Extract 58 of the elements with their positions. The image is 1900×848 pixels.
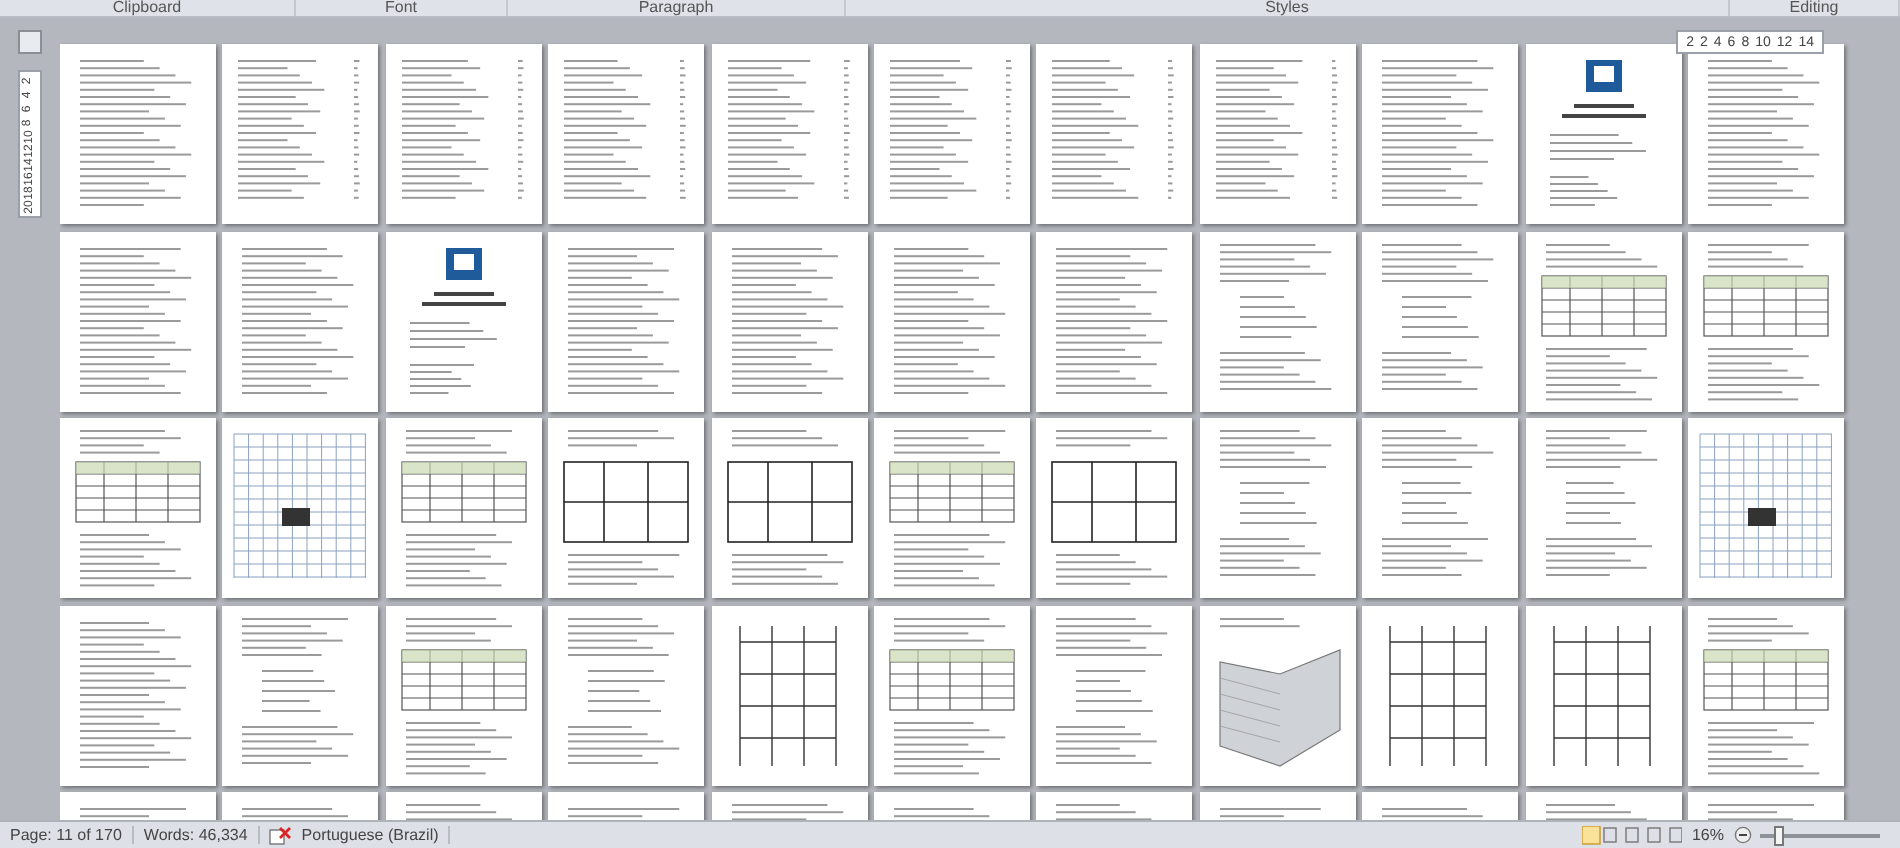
page-thumbnail[interactable]	[1687, 231, 1844, 411]
page-thumbnail[interactable]	[60, 44, 216, 224]
ribbon-group-label: Styles	[846, 0, 1730, 16]
view-buttons-icon[interactable]	[1581, 825, 1682, 845]
tab-selector[interactable]	[18, 30, 42, 54]
page-thumbnail[interactable]	[1199, 231, 1356, 411]
page-thumbnail[interactable]	[385, 418, 542, 598]
page-thumbnail[interactable]	[1036, 605, 1193, 785]
page-thumbnail[interactable]	[1199, 605, 1356, 785]
zoom-out-icon[interactable]	[1734, 826, 1752, 844]
zoom-level[interactable]: 16%	[1681, 826, 1734, 844]
page-thumbnail[interactable]	[711, 44, 868, 224]
page-count[interactable]: Page: 11 of 170	[0, 826, 134, 844]
page-thumbnail[interactable]	[1687, 605, 1844, 785]
page-thumbnail[interactable]	[1362, 44, 1519, 224]
page-thumbnail[interactable]	[385, 605, 542, 785]
page-thumbnail[interactable]	[1036, 44, 1193, 224]
page-thumbnail[interactable]	[873, 231, 1030, 411]
page-thumbnail[interactable]	[222, 605, 379, 785]
page-thumbnail[interactable]	[1036, 231, 1193, 411]
page-thumbnail[interactable]	[873, 418, 1030, 598]
page-thumbnail[interactable]	[1199, 418, 1356, 598]
page-thumbnail[interactable]	[60, 605, 216, 785]
ribbon-group-label: Font	[296, 0, 508, 16]
page-thumbnail[interactable]	[548, 605, 705, 785]
page-thumbnail[interactable]	[60, 231, 216, 411]
page-thumbnail[interactable]	[1362, 605, 1519, 785]
ribbon-group-label: Paragraph	[508, 0, 846, 16]
page-thumbnail[interactable]	[1525, 418, 1682, 598]
page-thumbnail[interactable]	[873, 605, 1030, 785]
page-thumbnail[interactable]	[711, 605, 868, 785]
page-thumbnail[interactable]	[873, 44, 1030, 224]
page-thumbnail[interactable]	[1036, 418, 1193, 598]
page-thumbnail[interactable]	[1525, 231, 1682, 411]
page-thumbnail[interactable]	[385, 231, 542, 411]
proofing-error-icon[interactable]	[267, 825, 292, 845]
page-thumbnail[interactable]	[548, 418, 705, 598]
language-indicator[interactable]: Portuguese (Brazil)	[291, 826, 451, 844]
ribbon-group-label: Editing	[1730, 0, 1900, 16]
page-thumbnail[interactable]	[222, 231, 379, 411]
page-thumbnail[interactable]	[1362, 418, 1519, 598]
page-thumbnail[interactable]	[1362, 231, 1519, 411]
page-thumbnail[interactable]	[548, 231, 705, 411]
page-thumbnail[interactable]	[1687, 418, 1844, 598]
page-thumbnail[interactable]	[60, 418, 216, 598]
word-count[interactable]: Words: 46,334	[133, 826, 260, 844]
page-thumbnail[interactable]	[711, 418, 868, 598]
page-thumbnail[interactable]	[1525, 605, 1682, 785]
page-thumbnail[interactable]	[1525, 44, 1682, 224]
page-thumbnail[interactable]	[222, 44, 379, 224]
ribbon-group-label: Clipboard	[0, 0, 296, 16]
page-thumbnail[interactable]	[222, 418, 379, 598]
page-thumbnail[interactable]	[1199, 44, 1356, 224]
zoom-slider-thumb[interactable]	[1774, 825, 1785, 845]
page-thumbnail[interactable]	[548, 44, 705, 224]
page-thumbnail[interactable]	[1687, 44, 1844, 224]
page-thumbnail[interactable]	[711, 231, 868, 411]
page-thumbnail[interactable]	[385, 44, 542, 224]
